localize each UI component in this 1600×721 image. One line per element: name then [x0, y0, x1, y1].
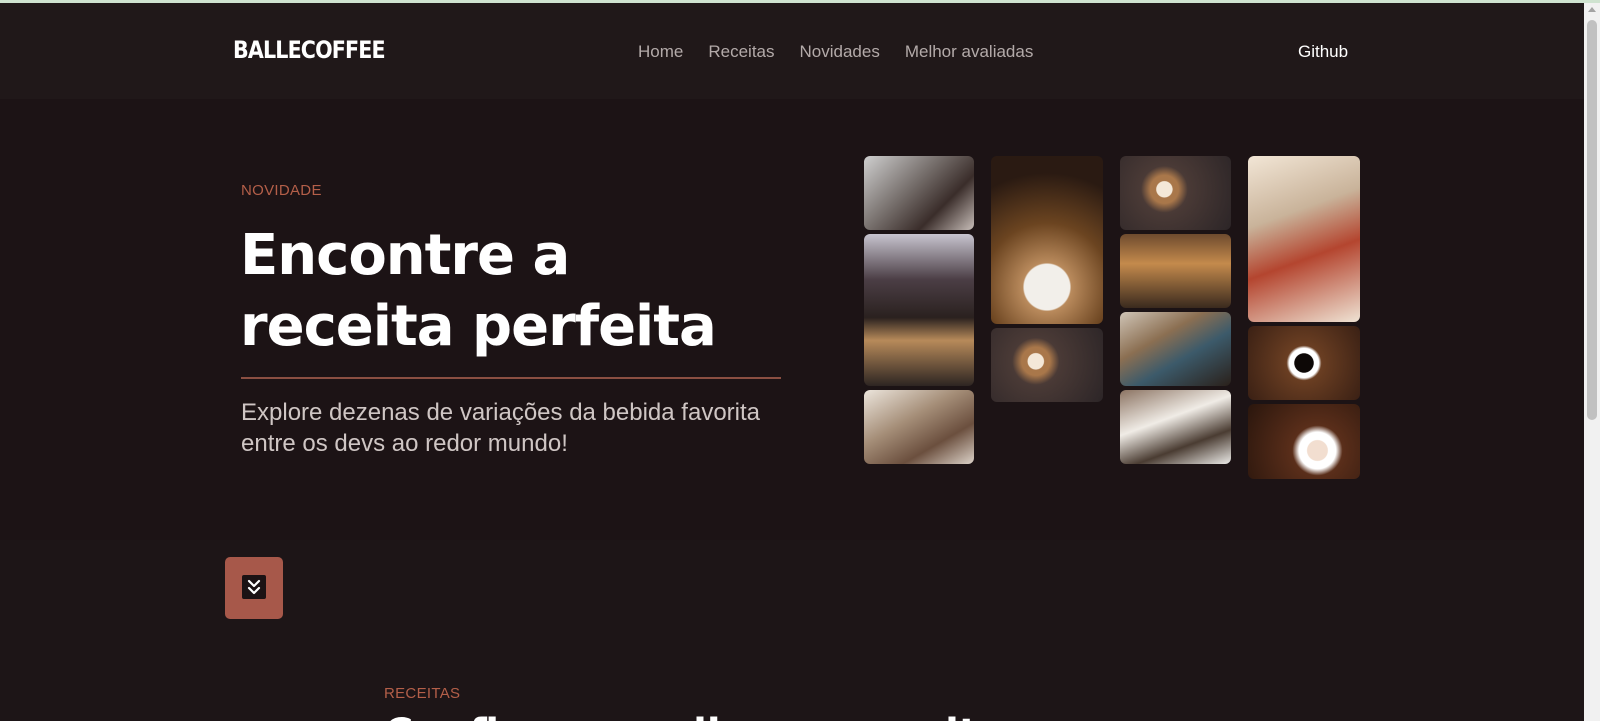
nav-link-receitas[interactable]: Receitas [708, 42, 774, 62]
nav-link-novidades[interactable]: Novidades [800, 42, 880, 62]
photo-latte-beans [1248, 404, 1360, 479]
chevrons-down-icon [242, 575, 266, 599]
github-link[interactable]: Github [1298, 42, 1348, 62]
photo-barista [1120, 312, 1231, 386]
hero-section: NOVIDADE Encontre a receita perfeita Exp… [0, 99, 1584, 540]
hero-title: Encontre a receita perfeita [240, 223, 717, 359]
navbar: BALLECOFFEE Home Receitas Novidades Melh… [0, 3, 1584, 99]
photo-friends-coffee [1248, 156, 1360, 322]
photo-coffee-counter [864, 390, 974, 464]
page-scrollbar[interactable] [1584, 3, 1600, 721]
photo-laptop-coffee [1120, 390, 1231, 464]
photo-coffee-cup [991, 156, 1103, 324]
scroll-down-button[interactable] [225, 557, 283, 619]
nav-links: Home Receitas Novidades Melhor avaliadas [638, 42, 1033, 62]
photo-latte-cups [1120, 156, 1231, 230]
photo-black-coffee [1248, 326, 1360, 400]
recipes-title: Confira as melhores receitas [384, 711, 1029, 721]
photo-coffee-shop [1120, 234, 1231, 308]
brand-logo[interactable]: BALLECOFFEE [233, 36, 386, 64]
scrollbar-thumb[interactable] [1587, 20, 1597, 420]
recipes-eyebrow: RECEITAS [384, 685, 461, 702]
photo-espresso-machine [864, 156, 974, 230]
nav-link-home[interactable]: Home [638, 42, 683, 62]
hero-eyebrow: NOVIDADE [241, 182, 322, 199]
photo-espresso-shots [864, 234, 974, 386]
nav-link-melhor-avaliadas[interactable]: Melhor avaliadas [905, 42, 1034, 62]
photo-latte-art [991, 328, 1103, 402]
hero-subtitle: Explore dezenas de variações da bebida f… [241, 399, 760, 457]
hero-divider [241, 377, 781, 379]
scroll-up-arrow-icon[interactable] [1588, 7, 1596, 12]
